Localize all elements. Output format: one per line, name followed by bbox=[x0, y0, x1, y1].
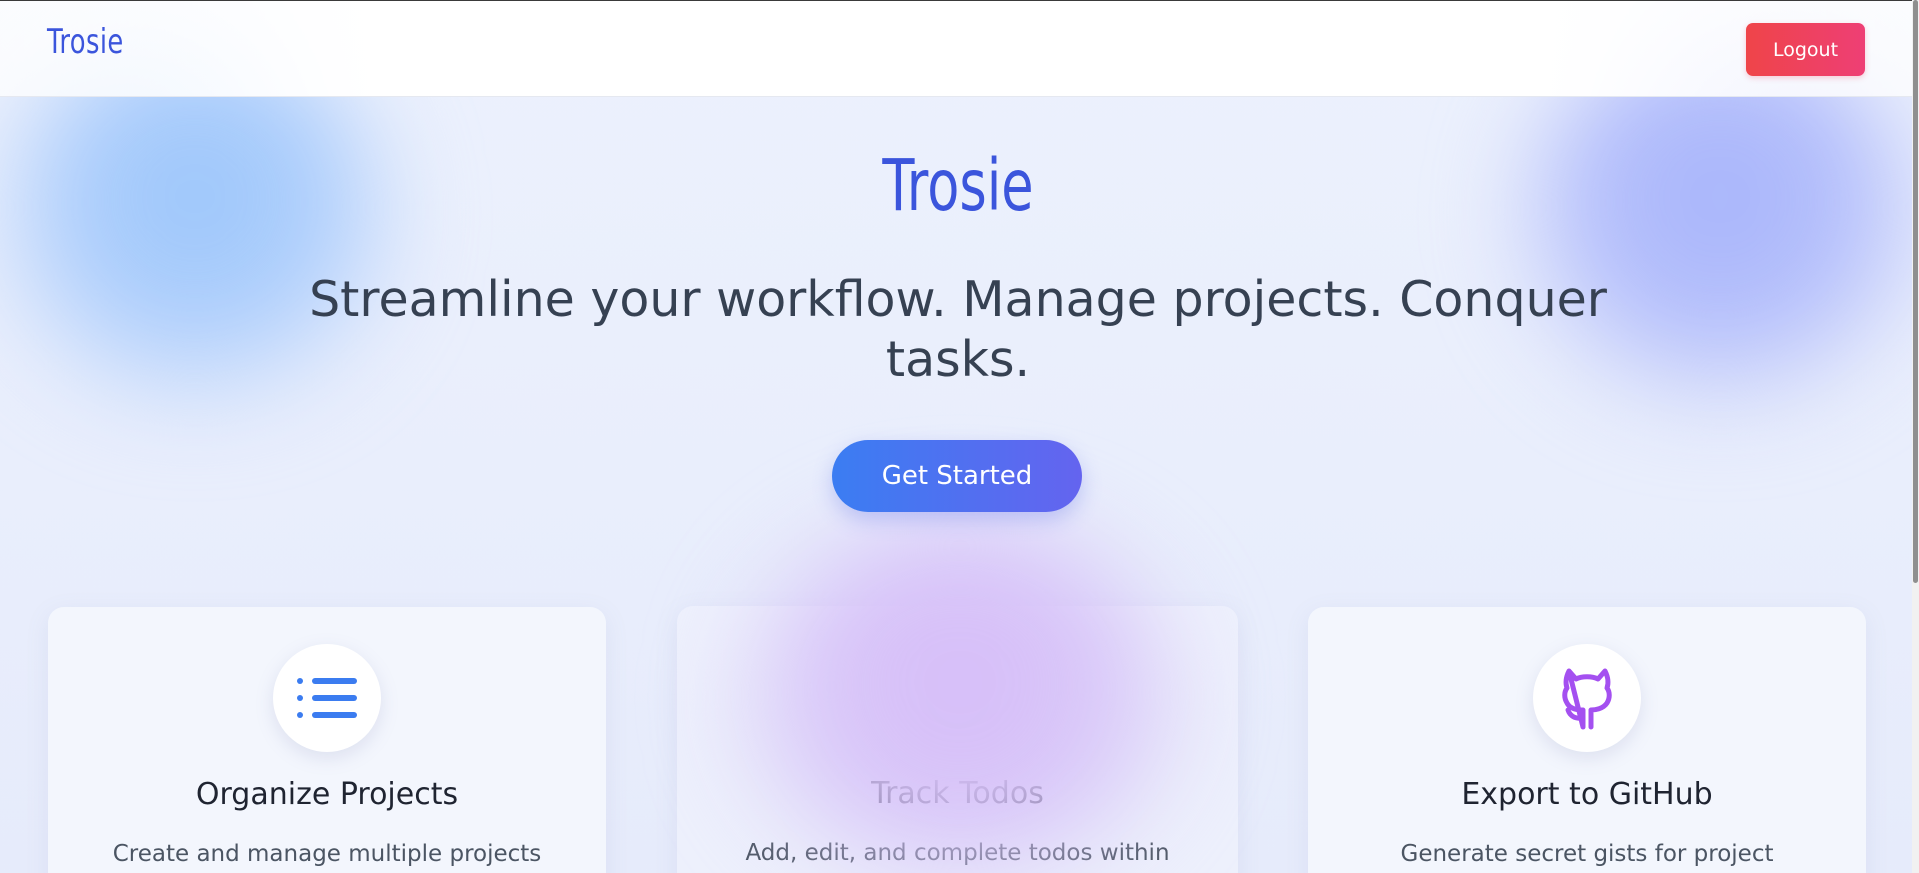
feature-description: Add, edit, and complete todos within bbox=[745, 840, 1170, 866]
feature-description: Create and manage multiple projects bbox=[112, 841, 542, 867]
feature-title: Track Todos bbox=[871, 776, 1044, 811]
list-icon bbox=[273, 644, 381, 752]
feature-description: Generate secret gists for project bbox=[1400, 841, 1774, 867]
navbar: Trosie Logout bbox=[0, 0, 1919, 97]
check-circle-icon bbox=[903, 643, 1012, 751]
page-scrollbar[interactable] bbox=[1912, 0, 1919, 873]
feature-title: Organize Projects bbox=[195, 777, 459, 812]
hero-tagline: Streamline your workflow. Manage project… bbox=[309, 271, 1607, 388]
scrollbar-thumb[interactable] bbox=[1913, 0, 1918, 583]
hero-logo: Trosie bbox=[882, 144, 1034, 227]
brand-logo[interactable]: Trosie bbox=[47, 22, 124, 62]
get-started-button[interactable]: Get Started bbox=[832, 440, 1082, 512]
feature-card-track-todos: Track Todos Add, edit, and complete todo… bbox=[677, 606, 1238, 873]
feature-card-export-github: Export to GitHub Generate secret gists f… bbox=[1308, 607, 1866, 873]
github-icon bbox=[1533, 644, 1641, 752]
feature-card-organize-projects: Organize Projects Create and manage mult… bbox=[48, 607, 606, 873]
feature-title: Export to GitHub bbox=[1461, 777, 1713, 812]
logout-button[interactable]: Logout bbox=[1746, 23, 1865, 76]
